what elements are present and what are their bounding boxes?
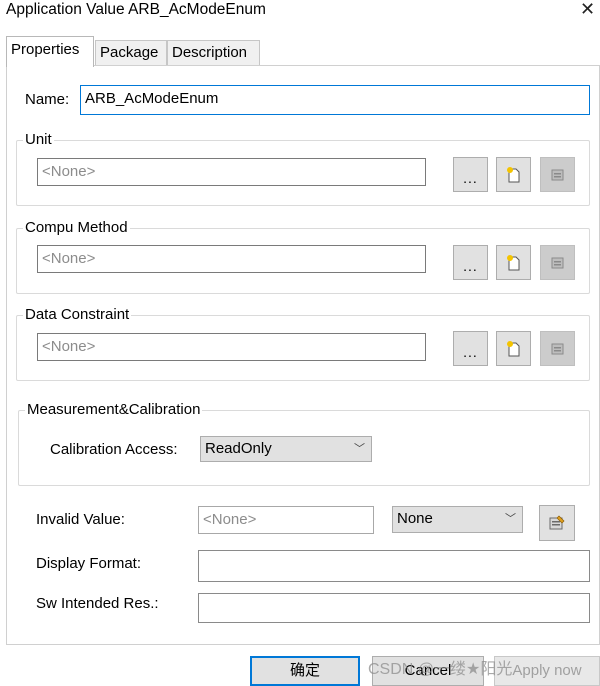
name-label: Name:: [25, 91, 70, 108]
ellipsis-label: ...: [463, 343, 478, 360]
tab-properties[interactable]: Properties: [6, 36, 94, 67]
calibration-access-label: Calibration Access:: [50, 441, 178, 458]
measurement-calibration-legend: Measurement&Calibration: [25, 401, 203, 418]
unit-browse-button[interactable]: ...: [453, 157, 488, 192]
edit-properties-icon: [549, 515, 565, 530]
compu-method-new-button[interactable]: [496, 245, 531, 280]
tab-package[interactable]: Package: [95, 40, 167, 66]
new-document-icon: [506, 340, 519, 356]
edit-properties-icon: [551, 169, 563, 180]
sw-intended-res-label: Sw Intended Res.:: [36, 595, 159, 612]
edit-properties-icon: [551, 343, 563, 354]
unit-edit-button[interactable]: [540, 157, 575, 192]
unit-input[interactable]: <None>: [37, 158, 426, 186]
chevron-down-icon: ﹀: [354, 443, 365, 455]
display-format-label: Display Format:: [36, 555, 142, 572]
data-constraint-input[interactable]: <None>: [37, 333, 426, 361]
invalid-value-edit-button[interactable]: [539, 505, 575, 541]
ellipsis-label: ...: [463, 257, 478, 274]
compu-method-legend: Compu Method: [23, 219, 130, 236]
invalid-value-select-value: None: [397, 510, 433, 527]
ok-button[interactable]: 确定: [250, 656, 360, 686]
invalid-value-input[interactable]: <None>: [198, 506, 374, 534]
data-constraint-new-button[interactable]: [496, 331, 531, 366]
ellipsis-label: ...: [463, 169, 478, 186]
display-format-input[interactable]: [198, 550, 590, 582]
title-bar: Application Value ARB_AcModeEnum ✕: [0, 0, 600, 30]
data-constraint-legend: Data Constraint: [23, 306, 132, 323]
window-title: Application Value ARB_AcModeEnum: [6, 1, 266, 18]
invalid-value-label: Invalid Value:: [36, 511, 125, 528]
unit-new-button[interactable]: [496, 157, 531, 192]
calibration-access-select[interactable]: ReadOnly ﹀: [200, 436, 372, 462]
chevron-down-icon: ﹀: [505, 513, 516, 525]
compu-method-browse-button[interactable]: ...: [453, 245, 488, 280]
invalid-value-select[interactable]: None ﹀: [392, 506, 523, 533]
close-icon[interactable]: ✕: [580, 0, 595, 20]
new-document-icon: [506, 166, 519, 182]
sw-intended-res-input[interactable]: [198, 593, 590, 623]
calibration-access-value: ReadOnly: [205, 440, 272, 457]
name-input[interactable]: ARB_AcModeEnum: [80, 85, 590, 115]
edit-properties-icon: [551, 257, 563, 268]
watermark: CSDN @一缕★阳光: [368, 661, 513, 678]
data-constraint-browse-button[interactable]: ...: [453, 331, 488, 366]
compu-method-input[interactable]: <None>: [37, 245, 426, 273]
compu-method-edit-button[interactable]: [540, 245, 575, 280]
new-document-icon: [506, 254, 519, 270]
data-constraint-edit-button[interactable]: [540, 331, 575, 366]
unit-legend: Unit: [23, 131, 54, 148]
tab-description[interactable]: Description: [167, 40, 260, 66]
